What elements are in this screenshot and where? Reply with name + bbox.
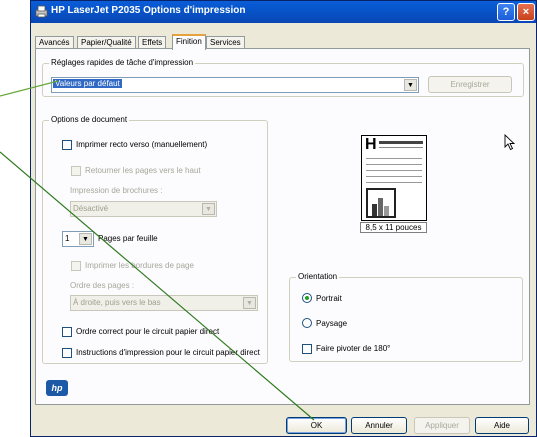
instructions-label: Instructions d'impression pour le circui… [76, 348, 260, 357]
orientation-legend: Orientation [296, 272, 340, 281]
close-icon[interactable]: × [517, 3, 535, 21]
orientation-group: Orientation Portrait Paysage Faire pivot… [289, 272, 523, 362]
preview-line [366, 158, 422, 159]
preview-chart-icon [366, 188, 396, 218]
print-borders-label: Imprimer les bordures de page [85, 261, 194, 270]
quick-sets-legend: Réglages rapides de tâche d'impression [49, 58, 196, 67]
apply-button[interactable]: Appliquer [414, 417, 470, 434]
landscape-radio[interactable] [302, 318, 312, 328]
help-icon[interactable]: ? [497, 3, 515, 21]
preview-line [366, 170, 422, 171]
printer-icon [35, 5, 48, 18]
quick-sets-dropdown[interactable]: Valeurs par défaut ▼ [51, 77, 419, 93]
paper-size-label: 8,5 x 11 pouces [360, 222, 427, 233]
document-options-group: Options de document Imprimer recto verso… [42, 115, 268, 364]
print-borders-checkbox[interactable] [71, 261, 81, 271]
correct-order-checkbox[interactable] [62, 327, 72, 337]
cancel-button[interactable]: Annuler [351, 417, 407, 434]
tab-finishing[interactable]: Finition [172, 34, 206, 50]
finishing-panel: Réglages rapides de tâche d'impression V… [35, 48, 530, 405]
duplex-checkbox[interactable] [62, 140, 72, 150]
title-bar[interactable]: HP LaserJet P2035 Options d'impression ?… [31, 1, 536, 23]
booklet-label: Impression de brochures : [70, 186, 163, 195]
duplex-label: Imprimer recto verso (manuellement) [76, 140, 208, 149]
pages-per-sheet-label: Pages par feuille [98, 234, 158, 243]
page-order-label: Ordre des pages : [70, 281, 135, 290]
document-options-legend: Options de document [49, 115, 130, 124]
portrait-radio[interactable] [302, 293, 312, 303]
pages-per-sheet-dropdown[interactable]: 1 ▼ [62, 231, 94, 247]
correct-order-label: Ordre correct pour le circuit papier dir… [76, 327, 220, 336]
page-order-value: À droite, puis vers le bas [73, 298, 161, 307]
portrait-label: Portrait [316, 294, 342, 303]
landscape-label: Paysage [316, 319, 348, 328]
flip-pages-label: Retourner les pages vers le haut [85, 166, 201, 175]
page-preview: H [361, 135, 427, 221]
rotate-180-label: Faire pivoter de 180° [316, 344, 391, 353]
preview-line [366, 176, 422, 177]
flip-pages-checkbox[interactable] [71, 166, 81, 176]
page-order-dropdown[interactable]: À droite, puis vers le bas ▼ [70, 295, 258, 311]
quick-sets-group: Réglages rapides de tâche d'impression V… [42, 58, 524, 97]
pages-per-sheet-value: 1 [65, 234, 70, 243]
dropdown-arrow-icon: ▼ [202, 203, 215, 215]
rotate-180-checkbox[interactable] [302, 344, 312, 354]
help-button[interactable]: Aide [475, 417, 529, 434]
save-button[interactable]: Enregistrer [428, 76, 512, 93]
preview-line [366, 182, 422, 183]
ok-button[interactable]: OK [286, 417, 347, 434]
dropdown-arrow-icon: ▼ [243, 297, 256, 309]
preview-line [379, 141, 423, 144]
preview-line [379, 147, 423, 148]
preview-line [366, 164, 422, 165]
hp-logo-icon: hp [46, 380, 68, 396]
window-title: HP LaserJet P2035 Options d'impression [51, 5, 246, 16]
dropdown-arrow-icon: ▼ [404, 79, 417, 91]
preview-glyph: H [365, 136, 377, 153]
radio-selected-dot [305, 296, 309, 300]
instructions-checkbox[interactable] [62, 348, 72, 358]
dropdown-arrow-icon: ▼ [79, 233, 92, 245]
quick-sets-value: Valeurs par défaut [53, 79, 122, 88]
print-options-window: HP LaserJet P2035 Options d'impression ?… [30, 0, 537, 437]
booklet-value: Désactivé [73, 204, 109, 213]
booklet-dropdown[interactable]: Désactivé ▼ [70, 201, 217, 217]
mouse-cursor-icon [504, 134, 516, 151]
